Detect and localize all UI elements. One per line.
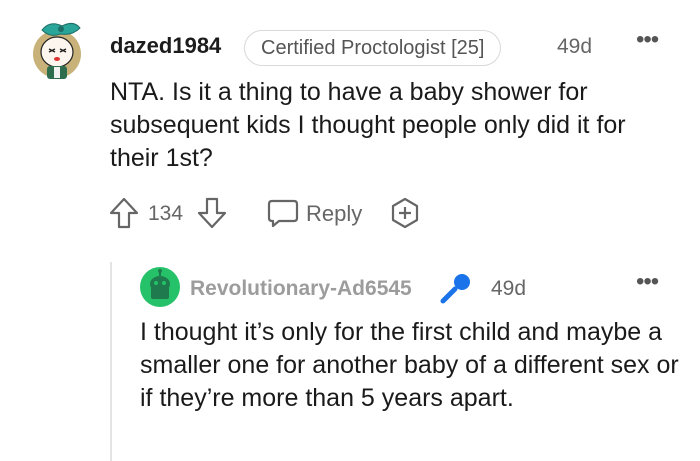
comment-username[interactable]: dazed1984 xyxy=(110,33,221,59)
comment-age: 49d xyxy=(557,35,593,58)
vote-count: 134 xyxy=(148,202,184,225)
add-award-icon[interactable] xyxy=(388,196,422,235)
microphone-icon xyxy=(438,270,474,311)
reply-age: 49d xyxy=(491,277,527,300)
reply-more-options-button[interactable]: ••• xyxy=(636,270,659,294)
reply-body: I thought it’s only for the first child … xyxy=(140,318,679,412)
reply-avatar[interactable] xyxy=(140,267,180,307)
chat-bubble-icon[interactable] xyxy=(266,196,300,235)
comment-body: NTA. Is it a thing to have a baby shower… xyxy=(110,78,626,172)
user-avatar[interactable] xyxy=(30,18,88,80)
upvote-arrow-icon[interactable] xyxy=(108,196,140,235)
reply-button[interactable]: Reply xyxy=(306,201,362,227)
downvote-arrow-icon[interactable] xyxy=(196,196,228,235)
user-flair: Certified Proctologist [25] xyxy=(244,30,502,66)
reply-username[interactable]: Revolutionary-Ad6545 xyxy=(190,277,412,301)
thread-line[interactable] xyxy=(110,262,112,461)
comment-thread: dazed1984 Certified Proctologist [25] 49… xyxy=(0,0,700,461)
more-options-button[interactable]: ••• xyxy=(636,28,659,52)
